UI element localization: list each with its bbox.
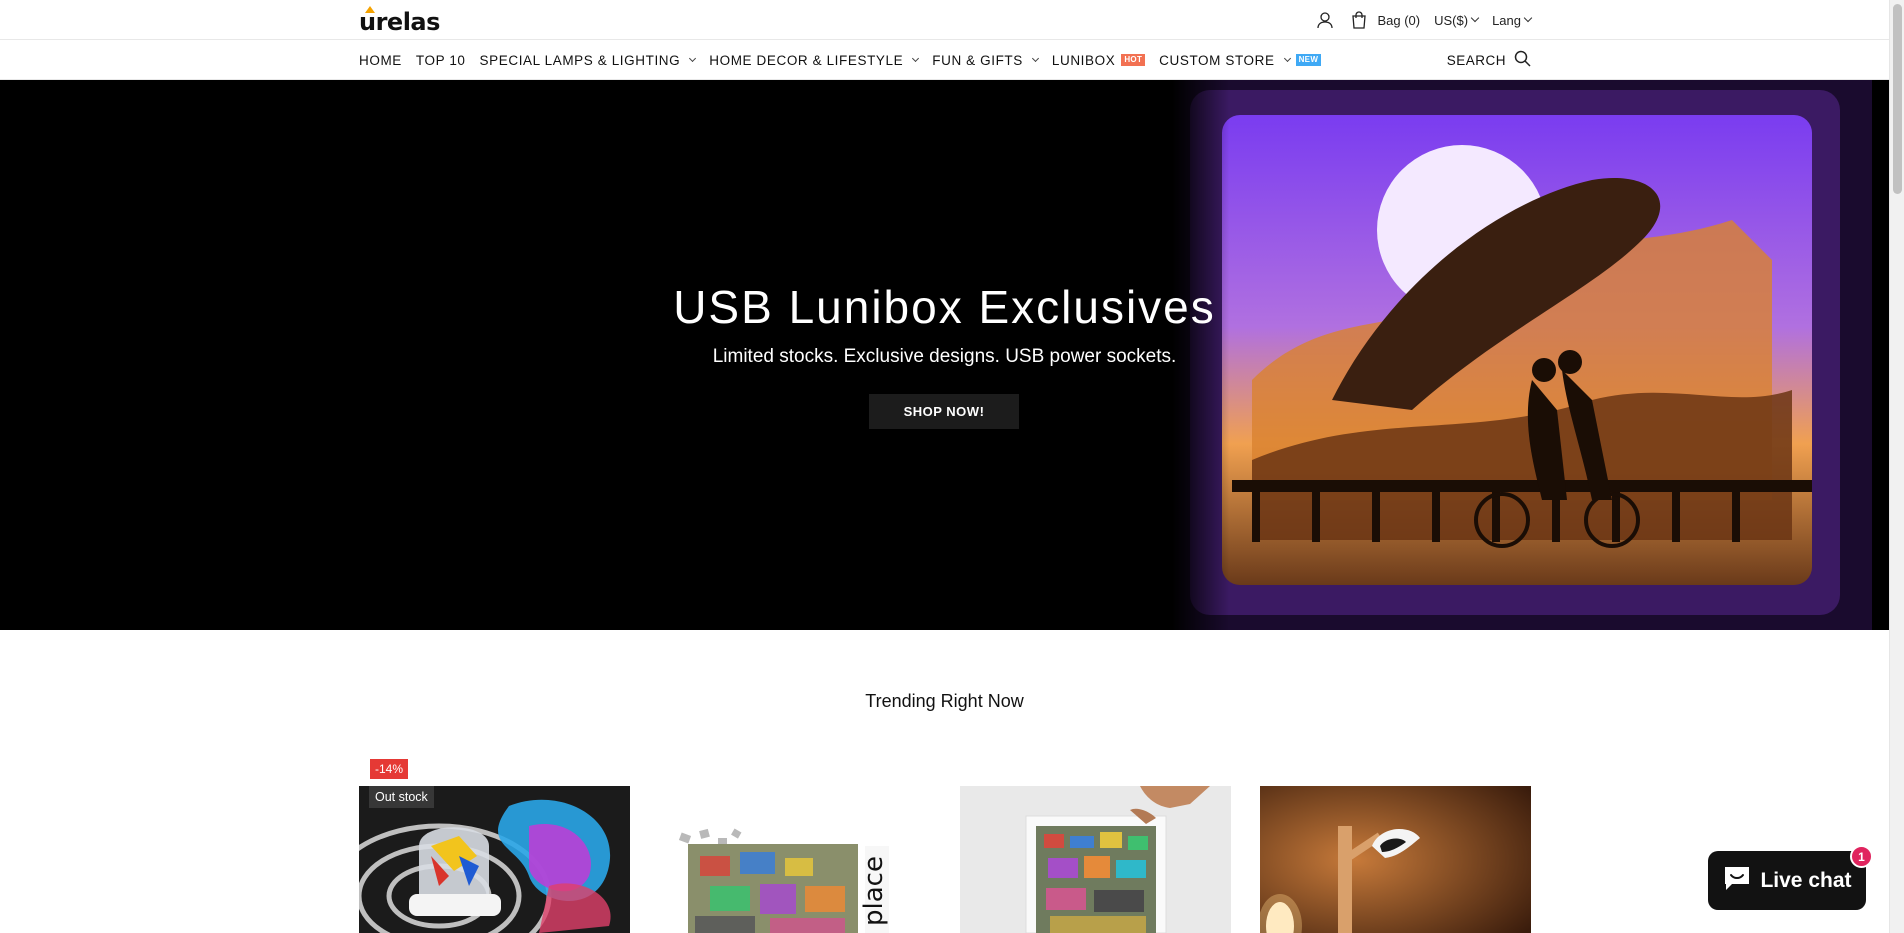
chevron-down-icon xyxy=(1470,13,1480,23)
bag-label: Bag (0) xyxy=(1377,12,1421,28)
nav-item-label: HOME xyxy=(359,52,402,68)
chat-bubble-icon xyxy=(1722,864,1752,898)
nav-item-home[interactable]: HOME xyxy=(359,53,402,68)
product-image xyxy=(359,786,630,933)
nav-item-top-10[interactable]: TOP 10 xyxy=(416,53,466,68)
logo-accent xyxy=(365,6,375,13)
svg-text:place: place xyxy=(859,856,889,926)
nav-item-label: LUNIBOX xyxy=(1051,52,1116,68)
language-label: Lang xyxy=(1492,12,1521,28)
chevron-down-icon xyxy=(689,54,697,62)
chevron-down-icon xyxy=(912,54,920,62)
nav-item-fun-gifts[interactable]: FUN & GIFTS xyxy=(932,52,1039,68)
nav-item-custom-store[interactable]: CUSTOM STORE NEW xyxy=(1159,52,1322,68)
product-image xyxy=(960,786,1231,933)
chevron-down-icon xyxy=(1031,54,1039,62)
currency-label: US($) xyxy=(1434,12,1469,28)
shopping-bag-icon xyxy=(1349,10,1369,30)
search-button[interactable]: SEARCH xyxy=(1447,40,1531,80)
product-image xyxy=(1260,786,1531,933)
brand-logo[interactable]: urelas xyxy=(359,6,440,36)
out-of-stock-badge: Out stock xyxy=(369,786,434,808)
hot-badge: HOT xyxy=(1121,54,1146,66)
hero-subtitle: Limited stocks. Exclusive designs. USB p… xyxy=(712,346,1177,367)
nav-item-label: TOP 10 xyxy=(415,52,466,68)
live-chat-button[interactable]: Live chat xyxy=(1708,851,1866,910)
search-label: SEARCH xyxy=(1446,52,1506,68)
hero-title: USB Lunibox Exclusives xyxy=(673,281,1216,333)
bag-button[interactable]: Bag (0) xyxy=(1349,10,1420,30)
nav-item-special-lamps[interactable]: SPECIAL LAMPS & LIGHTING xyxy=(479,52,697,68)
trending-section-title: Trending Right Now xyxy=(865,691,1024,711)
language-selector[interactable]: Lang xyxy=(1492,12,1533,28)
new-badge: NEW xyxy=(1295,54,1322,66)
shop-now-button[interactable]: SHOP NOW! xyxy=(869,394,1019,429)
top-bar: urelas Bag (0) US($) Lang xyxy=(0,0,1889,40)
chevron-down-icon xyxy=(1523,13,1533,23)
nav-menu: HOME TOP 10 SPECIAL LAMPS & LIGHTING HOM… xyxy=(359,40,1335,80)
nav-item-label: CUSTOM STORE xyxy=(1159,52,1275,68)
chat-unread-badge: 1 xyxy=(1850,845,1873,868)
hero-banner[interactable]: USB Lunibox Exclusives Limited stocks. E… xyxy=(0,80,1889,630)
search-icon xyxy=(1514,50,1531,70)
discount-badge: -14% xyxy=(370,759,409,779)
nav-item-label: HOME DECOR & LIFESTYLE xyxy=(709,52,904,68)
currency-selector[interactable]: US($) xyxy=(1434,12,1480,28)
live-chat-label: Live chat xyxy=(1760,868,1852,892)
nav-item-label: FUN & GIFTS xyxy=(932,52,1023,68)
product-image: place xyxy=(660,786,931,933)
main-navigation: HOME TOP 10 SPECIAL LAMPS & LIGHTING HOM… xyxy=(0,40,1889,80)
account-icon[interactable] xyxy=(1315,10,1335,30)
scrollbar-thumb[interactable] xyxy=(1893,4,1902,194)
chevron-down-icon xyxy=(1283,54,1291,62)
nav-item-home-decor[interactable]: HOME DECOR & LIFESTYLE xyxy=(709,52,920,68)
product-card[interactable] xyxy=(960,786,1231,933)
product-card[interactable] xyxy=(359,786,630,933)
nav-item-lunibox[interactable]: LUNIBOX HOT xyxy=(1051,52,1146,68)
nav-item-label: SPECIAL LAMPS & LIGHTING xyxy=(479,52,681,68)
top-right-actions: Bag (0) US($) Lang xyxy=(1315,0,1533,40)
product-card[interactable] xyxy=(1260,786,1531,933)
page-scrollbar[interactable] xyxy=(1889,0,1904,933)
product-card[interactable]: place xyxy=(660,786,931,933)
